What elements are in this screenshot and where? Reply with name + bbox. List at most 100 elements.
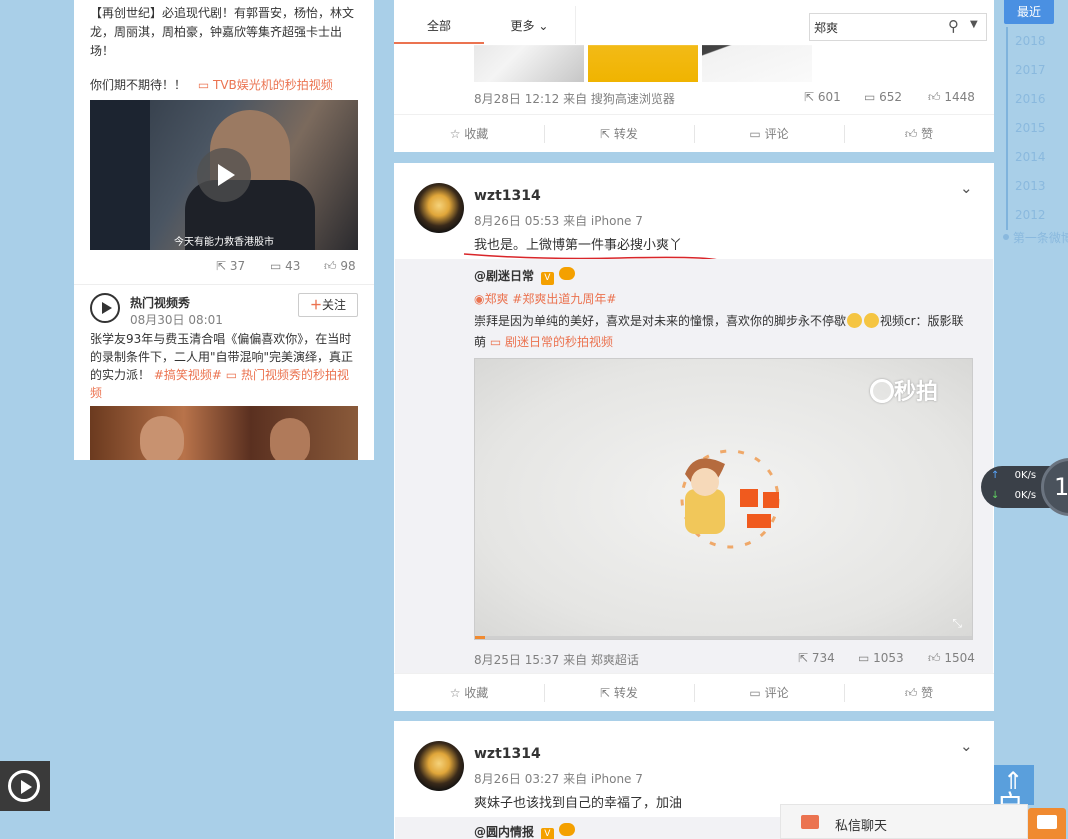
thumbs-up-icon: 👍︎ bbox=[904, 686, 922, 700]
timeline-year-2012[interactable]: 2012 bbox=[1006, 201, 1066, 230]
timeline-active[interactable]: 最近 bbox=[1004, 0, 1054, 24]
timeline-year-2015[interactable]: 2015 bbox=[1006, 114, 1066, 143]
star-icon: ☆ bbox=[449, 686, 465, 700]
watermark-logo: 秒拍 bbox=[870, 374, 938, 406]
hashtag-link[interactable]: #搞笑视频# bbox=[154, 368, 222, 382]
animation-figure bbox=[680, 449, 780, 549]
timeline-year-2018[interactable]: 2018 bbox=[1006, 27, 1066, 56]
upload-arrow-icon: ↑ bbox=[991, 470, 1000, 481]
repost-count[interactable]: ⇱ 37 bbox=[216, 259, 245, 273]
forward-button[interactable]: ⇱ 转发 bbox=[544, 115, 694, 152]
video-link[interactable]: ▭ 剧迷日常的秒拍视频 bbox=[490, 335, 613, 349]
follow-button[interactable]: ＋关注 bbox=[298, 293, 358, 317]
tab-all[interactable]: 全部 bbox=[394, 6, 484, 44]
comment-icon: ▭ bbox=[858, 651, 874, 665]
timeline-year-2016[interactable]: 2016 bbox=[1006, 85, 1066, 114]
forward-author[interactable]: @圆内情报 bbox=[474, 825, 534, 839]
forward-author[interactable]: @剧迷日常 bbox=[474, 269, 534, 283]
video-thumbnail[interactable]: 今天有能力救香港股市 bbox=[90, 100, 358, 250]
camera-icon bbox=[870, 379, 894, 403]
network-badge[interactable]: 1 bbox=[1041, 458, 1068, 516]
chat-label: 私信聊天 bbox=[835, 819, 888, 834]
avatar[interactable] bbox=[414, 183, 464, 233]
emoji-icon bbox=[864, 313, 880, 328]
video-icon: ▭ bbox=[225, 368, 241, 382]
private-chat-bar[interactable]: 私信聊天 bbox=[780, 804, 1028, 839]
like-count[interactable]: 👍︎ 98 bbox=[324, 259, 356, 274]
search-box[interactable]: ⚲ ▼ bbox=[809, 13, 987, 41]
photo-thumb[interactable] bbox=[702, 45, 812, 82]
play-button[interactable] bbox=[197, 148, 251, 202]
timeline-year-2017[interactable]: 2017 bbox=[1006, 56, 1066, 85]
chat-icon bbox=[1037, 815, 1057, 829]
star-icon: ☆ bbox=[449, 127, 465, 141]
timeline-year-2014[interactable]: 2014 bbox=[1006, 143, 1066, 172]
dot-icon bbox=[1003, 234, 1009, 240]
forward-author-row: @剧迷日常 V bbox=[474, 267, 575, 285]
forward-author-row: @圆内情报 V bbox=[474, 823, 575, 839]
forwarded-post: @剧迷日常 V ◉郑爽 #郑爽出道九周年# 崇拜是因为单纯的美好，喜欢是对未来的… bbox=[395, 259, 993, 673]
forward-meta: 8月25日 15:37 来自 郑爽超话 bbox=[474, 653, 639, 667]
author-name[interactable]: wzt1314 bbox=[474, 188, 541, 204]
repost-count[interactable]: ⇱ 734 bbox=[798, 651, 835, 665]
repost-icon: ⇱ bbox=[216, 259, 230, 273]
like-count[interactable]: 👍︎ 1504 bbox=[928, 651, 975, 666]
progress-bar-fill bbox=[475, 636, 485, 639]
video-player[interactable]: 秒拍 ⤡ bbox=[474, 358, 973, 640]
forward-text: 崇拜是因为单纯的美好，喜欢是对未来的憧憬，喜欢你的脚步永不停歇 视频cr：版影联萌… bbox=[474, 313, 964, 349]
repost-count[interactable]: ⇱ 601 bbox=[804, 90, 841, 104]
media-player-button[interactable] bbox=[0, 761, 50, 811]
plus-icon: ＋ bbox=[309, 298, 322, 312]
author-name[interactable]: wzt1314 bbox=[474, 746, 541, 762]
verified-badge-icon: V bbox=[540, 828, 554, 839]
topic-links[interactable]: ◉郑爽 #郑爽出道九周年# bbox=[474, 290, 616, 307]
comment-icon: ▭ bbox=[749, 686, 765, 700]
eye-icon: ◉ bbox=[474, 292, 485, 306]
fan-badge-icon bbox=[558, 823, 575, 836]
play-circle-icon bbox=[8, 770, 40, 802]
play-circle-icon[interactable] bbox=[90, 293, 120, 323]
search-icon[interactable]: ⚲ bbox=[948, 17, 959, 35]
chevron-down-icon[interactable]: ⌄ bbox=[960, 737, 973, 755]
post-meta: 8月26日 03:27 来自 iPhone 7 bbox=[474, 772, 643, 786]
post-time: 08月30日 08:01 bbox=[130, 313, 223, 327]
divider bbox=[74, 284, 374, 285]
video-thumbnail-2[interactable] bbox=[90, 406, 358, 460]
avatar[interactable] bbox=[414, 741, 464, 791]
left-feed-card: 【再创世纪】必追现代剧！有郭晋安，杨怡，林文龙，周丽淇，周柏豪，钟嘉欣等集齐超强… bbox=[74, 0, 374, 460]
like-count[interactable]: 👍︎ 1448 bbox=[928, 90, 975, 105]
video-link[interactable]: ▭ TVB娱光机的秒拍视频 bbox=[198, 78, 333, 92]
comment-icon: ▭ bbox=[749, 127, 765, 141]
forward-button[interactable]: ⇱ 转发 bbox=[544, 674, 694, 711]
network-speed-widget[interactable]: ↑ 0K/s ↓ 0K/s 1 bbox=[981, 458, 1068, 516]
fullscreen-icon[interactable]: ⤡ bbox=[952, 616, 962, 631]
media-grid bbox=[474, 0, 812, 82]
like-button[interactable]: 👍︎ 赞 bbox=[844, 115, 994, 152]
like-button[interactable]: 👍︎ 赞 bbox=[844, 674, 994, 711]
timeline-year-2013[interactable]: 2013 bbox=[1006, 172, 1066, 201]
search-input[interactable] bbox=[814, 17, 934, 37]
author-name[interactable]: 热门视频秀 bbox=[130, 294, 190, 311]
comment-count[interactable]: ▭ 1053 bbox=[858, 651, 904, 665]
photo-thumb[interactable] bbox=[474, 45, 584, 82]
repost-icon: ⇱ bbox=[600, 686, 614, 700]
chat-bubble-button[interactable] bbox=[1028, 808, 1066, 839]
comment-button[interactable]: ▭ 评论 bbox=[694, 674, 844, 711]
chevron-down-icon[interactable]: ⌄ bbox=[960, 179, 973, 197]
timeline-first[interactable]: 第一条微博 bbox=[1003, 229, 1068, 246]
post-meta: 8月28日 12:12 来自 搜狗高速浏览器 bbox=[474, 92, 675, 106]
repost-icon: ⇱ bbox=[804, 90, 818, 104]
post-meta: 8月26日 05:53 来自 iPhone 7 bbox=[474, 214, 643, 228]
collect-button[interactable]: ☆ 收藏 bbox=[394, 674, 544, 711]
download-arrow-icon: ↓ bbox=[991, 490, 1000, 501]
comment-count[interactable]: ▭ 652 bbox=[864, 90, 902, 104]
progress-bar-track[interactable] bbox=[475, 636, 972, 639]
collect-button[interactable]: ☆ 收藏 bbox=[394, 115, 544, 152]
thumbs-up-icon: 👍︎ bbox=[324, 259, 341, 273]
caret-down-icon[interactable]: ▼ bbox=[970, 19, 978, 30]
photo-thumb[interactable] bbox=[588, 45, 698, 82]
comment-button[interactable]: ▭ 评论 bbox=[694, 115, 844, 152]
repost-icon: ⇱ bbox=[798, 651, 812, 665]
repost-icon: ⇱ bbox=[600, 127, 614, 141]
comment-count[interactable]: ▭ 43 bbox=[270, 259, 300, 273]
